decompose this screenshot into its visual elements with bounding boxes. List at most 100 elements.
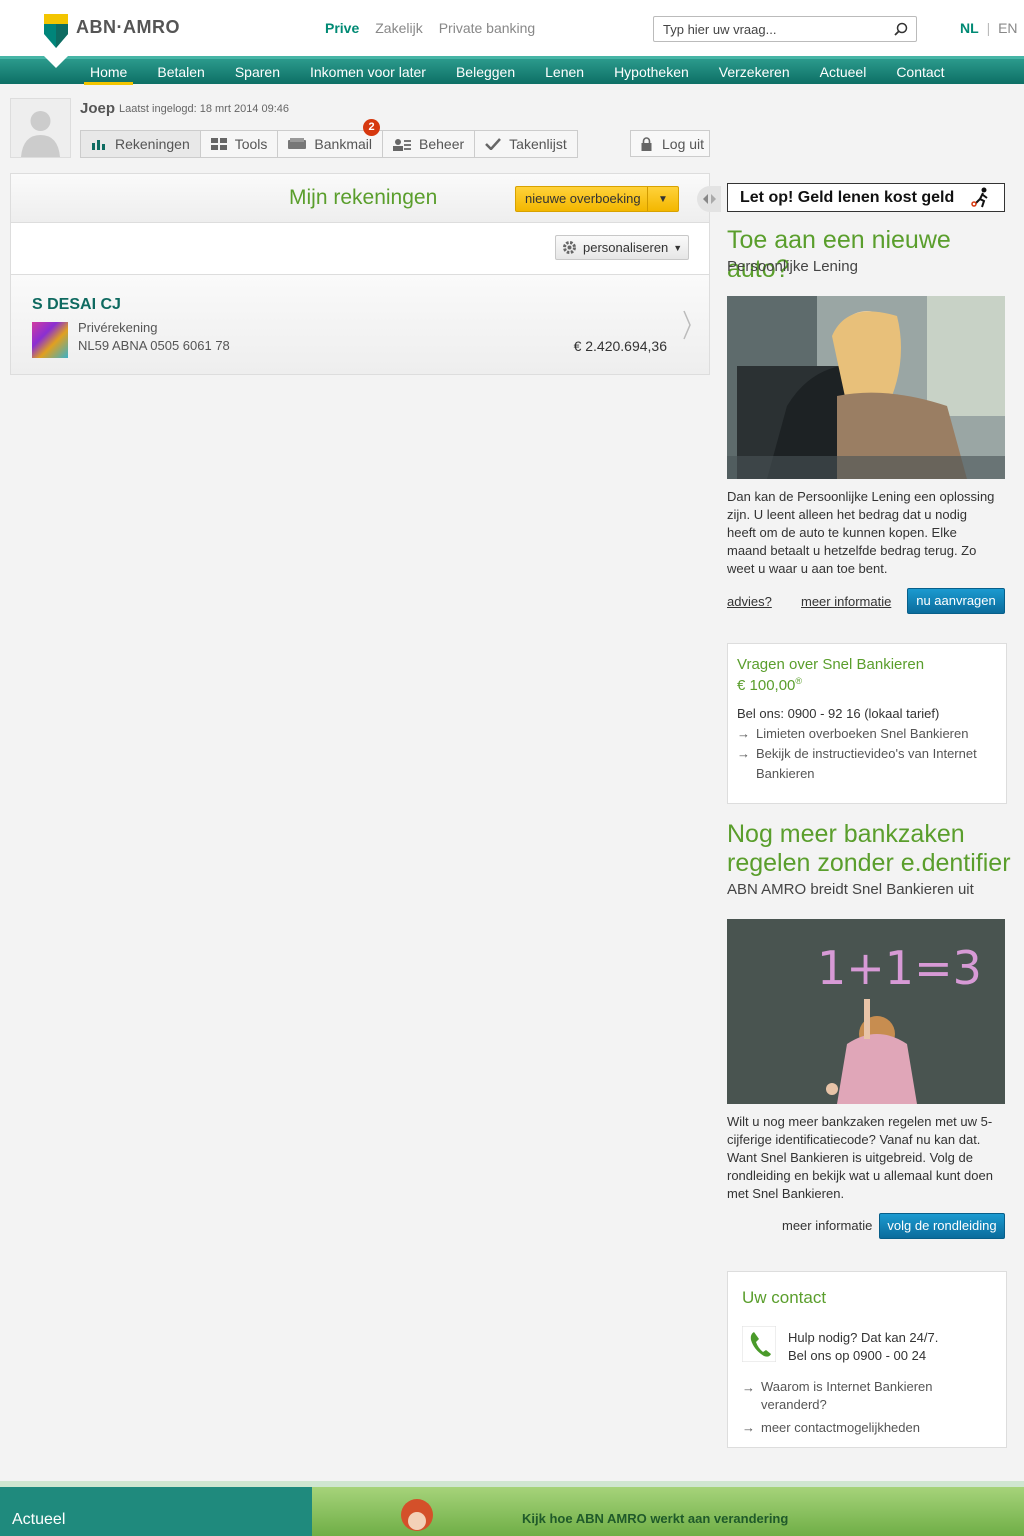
limits-link-label: Limieten overboeken Snel Bankieren bbox=[756, 726, 969, 741]
segment-prive[interactable]: Prive bbox=[325, 20, 359, 36]
nav-beleggen[interactable]: Beleggen bbox=[456, 62, 515, 84]
new-transfer-label: nieuwe overboeking bbox=[516, 187, 648, 211]
footer-banner[interactable]: Kijk hoe ABN AMRO werkt aan verandering bbox=[312, 1481, 1024, 1536]
tab-beheer[interactable]: Beheer bbox=[383, 131, 476, 157]
arrow-right-icon: → bbox=[742, 1380, 755, 1395]
account-row[interactable]: S DESAI CJ Privérekening NL59 ABNA 0505 … bbox=[11, 275, 709, 374]
search-placeholder: Typ hier uw vraag... bbox=[663, 21, 777, 37]
last-login: Laatst ingelogd: 18 mrt 2014 09:46 bbox=[119, 103, 290, 115]
lang-nl[interactable]: NL bbox=[960, 20, 979, 36]
accounts-title: Mijn rekeningen bbox=[289, 186, 438, 209]
nav-betalen[interactable]: Betalen bbox=[157, 62, 204, 84]
arrow-right-icon: → bbox=[737, 726, 750, 741]
contact-title: Uw contact bbox=[742, 1288, 827, 1307]
dropdown-caret-icon[interactable]: ▼ bbox=[648, 194, 678, 205]
nav-pointer bbox=[44, 56, 68, 68]
accounts-panel-header: Mijn rekeningen nieuwe overboeking ▼ bbox=[11, 174, 721, 223]
promo-chalkboard-photo: 1+1=3 bbox=[727, 919, 1005, 1104]
segment-zakelijk[interactable]: Zakelijk bbox=[375, 20, 422, 36]
segment-private-banking[interactable]: Private banking bbox=[439, 20, 536, 36]
lang-separator: | bbox=[986, 20, 991, 36]
limits-link[interactable]: → Limieten overboeken Snel Bankieren bbox=[737, 724, 999, 744]
account-image bbox=[32, 322, 68, 358]
nav-actueel[interactable]: Actueel bbox=[820, 62, 867, 84]
promo-auto-subtitle: Persoonlijke Lening bbox=[727, 258, 858, 275]
loan-warning-text: Let op! Geld lenen kost geld bbox=[740, 189, 955, 206]
help-box-amount-wrap: € 100,00® bbox=[737, 676, 802, 694]
footer-news-label: Actueel bbox=[12, 1511, 66, 1528]
tour-button[interactable]: volg de rondleiding bbox=[879, 1213, 1005, 1239]
nav-contact[interactable]: Contact bbox=[896, 62, 944, 84]
tab-tools[interactable]: Tools bbox=[201, 131, 279, 157]
nav-verzekeren[interactable]: Verzekeren bbox=[719, 62, 790, 84]
promo-edentifier-title: Nog meer bankzaken regelen zonder e.dent… bbox=[727, 820, 1011, 877]
accounts-toolbar: personaliseren ▼ bbox=[11, 223, 709, 275]
account-holder[interactable]: S DESAI CJ bbox=[32, 296, 121, 314]
instruction-video-link[interactable]: → Bekijk de instructievideo's van Intern… bbox=[737, 744, 999, 784]
promo-edentifier-body: Wilt u nog meer bankzaken regelen met uw… bbox=[727, 1114, 993, 1201]
user-name: Joep bbox=[80, 100, 116, 117]
loan-warning-banner: Let op! Geld lenen kost geld bbox=[727, 183, 1005, 212]
account-type: Privérekening bbox=[78, 320, 158, 335]
accounts-panel: Mijn rekeningen nieuwe overboeking ▼ per… bbox=[10, 173, 721, 375]
why-changed-link[interactable]: → Waarom is Internet Bankieren veranderd… bbox=[742, 1378, 992, 1414]
promo-auto-more-info-link[interactable]: meer informatie bbox=[801, 594, 891, 609]
search-input[interactable]: Typ hier uw vraag... bbox=[653, 16, 917, 42]
collapse-sidebar-toggle[interactable] bbox=[697, 186, 721, 212]
nav-lenen[interactable]: Lenen bbox=[545, 62, 584, 84]
nav-home[interactable]: Home bbox=[83, 62, 134, 85]
contact-box: Uw contact Hulp nodig? Dat kan 24/7. Bel… bbox=[727, 1271, 1007, 1448]
apply-now-button[interactable]: nu aanvragen bbox=[907, 588, 1005, 614]
search-icon[interactable] bbox=[894, 22, 908, 36]
chevron-down-icon: ▼ bbox=[673, 242, 683, 253]
top-bar: ABN·AMRO Prive Zakelijk Private banking … bbox=[0, 0, 1024, 56]
why-changed-link-label: Waarom is Internet Bankieren veranderd? bbox=[761, 1379, 933, 1412]
contact-line2: Bel ons op 0900 - 00 24 bbox=[788, 1348, 927, 1363]
abn-amro-logo[interactable]: ABN·AMRO bbox=[44, 14, 180, 48]
lock-icon bbox=[641, 136, 652, 151]
more-contact-link[interactable]: → meer contactmogelijkheden bbox=[742, 1418, 992, 1438]
arrow-right-icon: → bbox=[742, 1420, 755, 1435]
mail-icon bbox=[288, 138, 307, 149]
new-transfer-button[interactable]: nieuwe overboeking ▼ bbox=[515, 186, 679, 212]
footer-news[interactable]: Actueel bbox=[0, 1481, 312, 1536]
avatar-woman-illustration bbox=[401, 1499, 433, 1531]
account-balance: € 2.420.694,36 bbox=[573, 338, 667, 354]
tab-label: Beheer bbox=[419, 136, 465, 152]
lang-en[interactable]: EN bbox=[998, 20, 1017, 36]
chevron-right-icon[interactable] bbox=[683, 310, 691, 340]
tab-bankmail[interactable]: Bankmail 2 bbox=[278, 119, 384, 157]
footer-banner-text: Kijk hoe ABN AMRO werkt aan verandering bbox=[522, 1511, 789, 1526]
more-contact-link-label: meer contactmogelijkheden bbox=[761, 1420, 920, 1435]
nav-sparen[interactable]: Sparen bbox=[235, 62, 280, 84]
account-tabs: Rekeningen Tools Bankmail 2 Beheer Taken… bbox=[80, 119, 578, 158]
tab-label: Rekeningen bbox=[115, 136, 190, 152]
chalk-text: 1+1=3 bbox=[817, 941, 982, 995]
personalize-button[interactable]: personaliseren ▼ bbox=[555, 235, 689, 260]
help-box: Vragen over Snel Bankieren € 100,00® Bel… bbox=[727, 643, 1007, 804]
promo-edentifier-subtitle: ABN AMRO breidt Snel Bankieren uit bbox=[727, 881, 974, 898]
tab-label: Tools bbox=[234, 136, 268, 152]
personalize-label: personaliseren bbox=[583, 240, 669, 255]
account-iban: NL59 ABNA 0505 6061 78 bbox=[78, 338, 230, 353]
bankmail-badge: 2 bbox=[363, 119, 381, 136]
logout-button[interactable]: Log uit bbox=[630, 130, 710, 157]
bar-chart-icon bbox=[92, 140, 105, 150]
collapse-arrows-icon bbox=[703, 194, 716, 204]
contact-line1: Hulp nodig? Dat kan 24/7. bbox=[788, 1330, 939, 1345]
nav-hypotheken[interactable]: Hypotheken bbox=[614, 62, 689, 84]
main-nav: Home Betalen Sparen Inkomen voor later B… bbox=[0, 56, 1024, 85]
nav-inkomen-voor-later[interactable]: Inkomen voor later bbox=[310, 62, 426, 84]
running-man-icon bbox=[971, 187, 988, 208]
users-icon bbox=[393, 138, 412, 151]
promo-auto-body: Dan kan de Persoonlijke Lening een oplos… bbox=[727, 489, 995, 576]
instruction-video-link-label: Bekijk de instructievideo's van Internet… bbox=[756, 746, 977, 781]
tab-takenlijst[interactable]: Takenlijst bbox=[475, 131, 577, 157]
tab-rekeningen[interactable]: Rekeningen bbox=[81, 131, 201, 157]
advice-link[interactable]: advies? bbox=[727, 594, 772, 609]
phone-icon bbox=[742, 1326, 776, 1362]
promo-edentifier-more-info-link[interactable]: meer informatie bbox=[782, 1218, 872, 1233]
help-box-amount: € 100,00 bbox=[737, 677, 796, 694]
logout-label: Log uit bbox=[662, 135, 705, 152]
arrow-right-icon: → bbox=[737, 746, 750, 761]
